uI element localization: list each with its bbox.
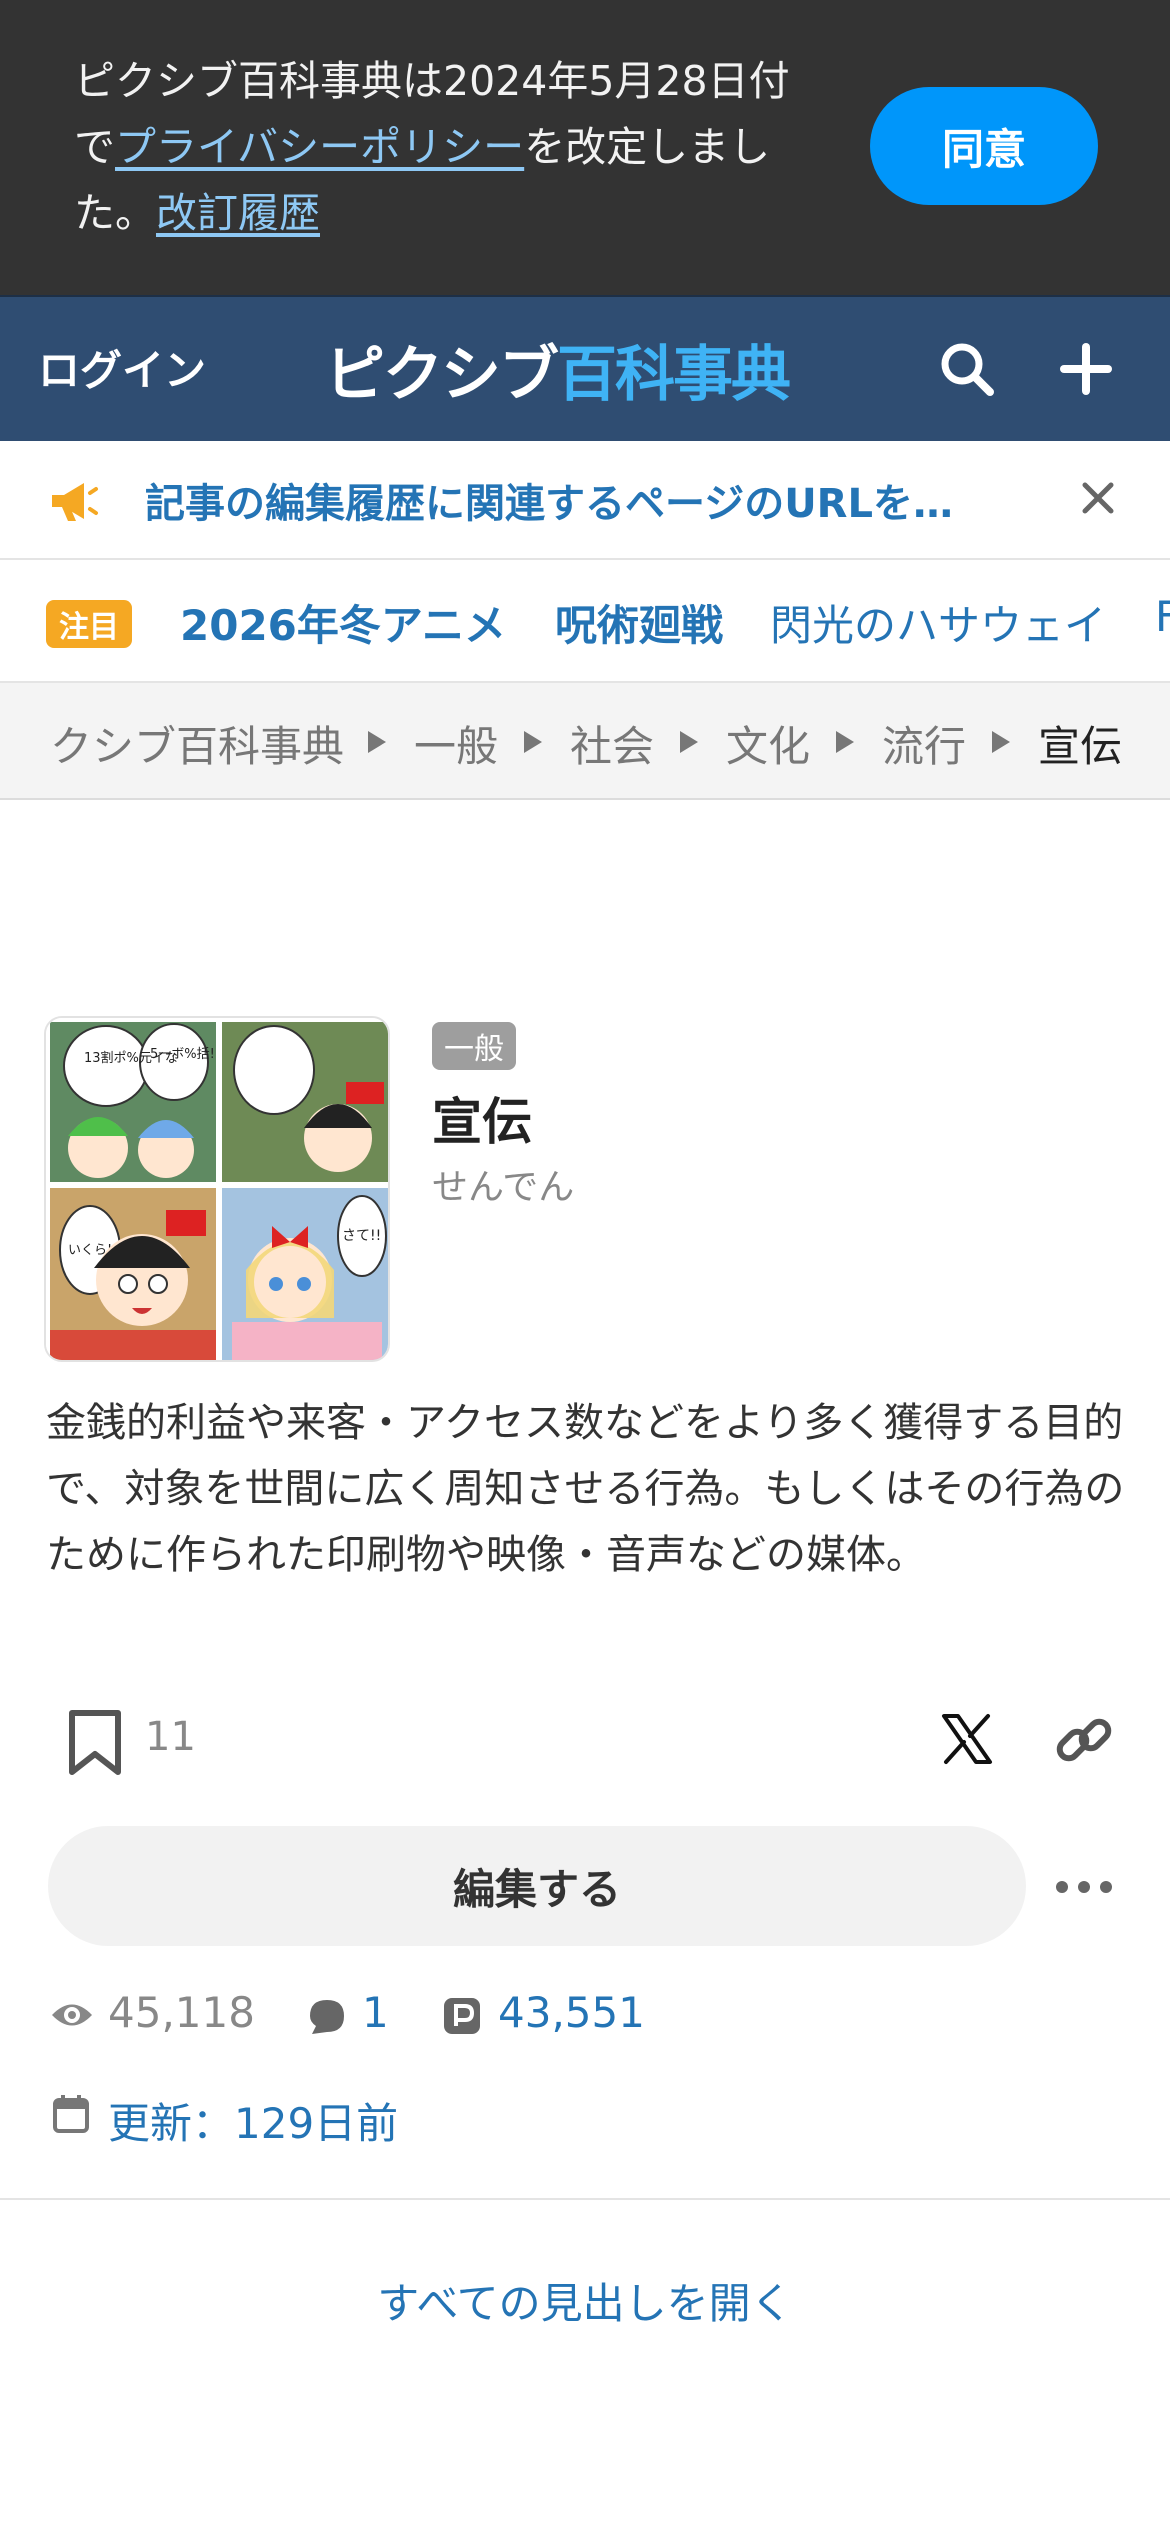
agree-button[interactable]: 同意	[870, 87, 1098, 205]
section-divider	[0, 2198, 1170, 2200]
pixiv-works-count[interactable]: 43,551	[498, 1988, 645, 2037]
updated-date[interactable]: 更新：129日前	[108, 2090, 398, 2151]
breadcrumb-item[interactable]: 社会	[570, 713, 654, 774]
article-title: 宣伝	[432, 1093, 532, 1151]
open-all-headings-button[interactable]: すべての見出しを開く	[0, 2270, 1170, 2331]
breadcrumb-arrow-icon	[836, 731, 854, 753]
trending-bar: 注目 2026年冬アニメ 呪術廻戦 閃光のハサウェイ F	[0, 560, 1170, 681]
category-tag[interactable]: 一般	[432, 1022, 516, 1070]
breadcrumb-arrow-icon	[992, 731, 1010, 753]
eye-icon	[52, 2004, 92, 2026]
trending-item[interactable]: 呪術廻戦	[555, 592, 723, 653]
logo-text-dic: 百科事典	[557, 339, 791, 410]
trending-item[interactable]: F	[1155, 592, 1170, 641]
calendar-icon	[53, 2095, 89, 2133]
notice-text[interactable]: 記事の編集履歴に関連するページのURLを…	[145, 471, 1025, 529]
privacy-banner: ピクシブ百科事典は2024年5月28日付でプライバシーポリシーを改定しました。改…	[0, 0, 1170, 295]
breadcrumb-arrow-icon	[524, 731, 542, 753]
pixiv-icon	[444, 1998, 480, 2034]
privacy-policy-link[interactable]: プライバシーポリシー	[115, 123, 524, 171]
search-icon[interactable]	[935, 337, 999, 401]
revision-history-link[interactable]: 改訂履歴	[156, 189, 320, 237]
article-reading: せんでん	[432, 1167, 575, 1208]
breadcrumb-item[interactable]: 流行	[882, 713, 966, 774]
bubble-text: さて!!	[342, 1228, 381, 1244]
breadcrumb-item[interactable]: 一般	[414, 713, 498, 774]
plus-icon[interactable]	[1054, 337, 1118, 401]
manga-illustration: 13割ポ%元イな 5一ボ%括! いくら!? さて!!	[46, 1018, 388, 1360]
trending-badge: 注目	[46, 600, 132, 648]
notice-bar[interactable]: 記事の編集履歴に関連するページのURLを…	[0, 441, 1170, 560]
breadcrumb: クシブ百科事典 一般 社会 文化 流行 宣伝	[0, 681, 1170, 800]
site-header: ログイン ピクシブ 百科事典	[0, 295, 1170, 441]
breadcrumb-current: 宣伝	[1038, 722, 1123, 771]
trending-item[interactable]: 閃光のハサウェイ	[770, 592, 1106, 653]
comment-count[interactable]: 1	[362, 1988, 389, 2037]
article-thumbnail[interactable]: 13割ポ%元イな 5一ボ%括! いくら!? さて!!	[44, 1016, 390, 1362]
x-logo-icon[interactable]	[940, 1712, 994, 1766]
bubble-text: 5一ボ%括!	[150, 1047, 215, 1062]
megaphone-icon	[52, 483, 98, 521]
breadcrumb-arrow-icon	[680, 731, 698, 753]
breadcrumb-arrow-icon	[368, 731, 386, 753]
close-icon[interactable]	[1075, 475, 1121, 521]
privacy-notice-text: ピクシブ百科事典は2024年5月28日付でプライバシーポリシーを改定しました。改…	[74, 48, 814, 246]
trending-item[interactable]: 2026年冬アニメ	[180, 592, 506, 653]
login-button[interactable]: ログイン	[38, 337, 206, 398]
view-count: 45,118	[108, 1988, 255, 2037]
more-icon[interactable]	[1054, 1878, 1114, 1896]
link-icon[interactable]	[1052, 1708, 1116, 1772]
logo-text-pixiv: ピクシブ	[325, 339, 559, 410]
comment-icon	[310, 2000, 344, 2034]
edit-button[interactable]: 編集する	[48, 1826, 1026, 1946]
bookmark-icon[interactable]	[64, 1708, 126, 1778]
site-logo[interactable]: ピクシブ 百科事典	[325, 329, 791, 410]
breadcrumb-item[interactable]: 文化	[726, 713, 810, 774]
article-summary: 金銭的利益や来客・アクセス数などをより多く獲得する目的で、対象を世間に広く周知さ…	[46, 1400, 1125, 1578]
bookmark-count: 11	[145, 1714, 196, 1760]
breadcrumb-item[interactable]: クシブ百科事典	[50, 713, 344, 774]
